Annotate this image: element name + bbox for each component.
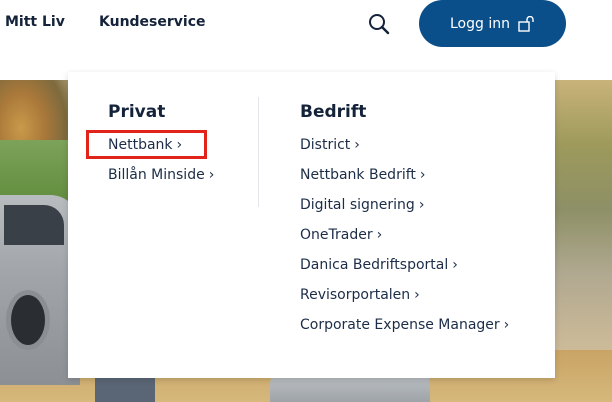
chevron-right-icon: › xyxy=(208,167,215,183)
chevron-right-icon: › xyxy=(176,137,183,153)
menu-link-label: District xyxy=(300,137,351,153)
login-button-label: Logg inn xyxy=(450,15,510,32)
login-dropdown-menu: Privat Nettbank › Billån Minside › Bedrift… xyxy=(68,72,555,378)
column-divider xyxy=(258,97,259,207)
menu-link-revisorportalen[interactable]: Revisorportalen › xyxy=(300,287,420,303)
menu-link-label: Danica Bedriftsportal xyxy=(300,257,449,273)
menu-link-danica-bedriftsportal[interactable]: Danica Bedriftsportal › xyxy=(300,257,458,273)
car-window xyxy=(4,205,64,245)
menu-link-label: Nettbank Bedrift xyxy=(300,167,416,183)
menu-link-label: Revisorportalen xyxy=(300,287,411,303)
chevron-right-icon: › xyxy=(503,317,510,333)
menu-link-label: OneTrader xyxy=(300,227,373,243)
lock-open-icon xyxy=(518,15,534,32)
search-icon[interactable] xyxy=(367,12,391,36)
menu-link-label: Nettbank xyxy=(108,137,173,153)
nav-mitt-liv[interactable]: Mitt Liv xyxy=(5,14,65,30)
chevron-right-icon: › xyxy=(354,137,360,153)
chevron-right-icon: › xyxy=(376,227,383,243)
menu-link-label: Corporate Expense Manager xyxy=(300,317,500,333)
nav-kundeservice[interactable]: Kundeservice xyxy=(99,14,206,30)
chevron-right-icon: › xyxy=(419,167,426,183)
menu-link-nettbank[interactable]: Nettbank › xyxy=(108,137,182,153)
person-legs xyxy=(95,375,155,402)
bedrift-heading: Bedrift xyxy=(300,102,367,122)
privat-heading: Privat xyxy=(108,102,166,122)
menu-link-billan-minside[interactable]: Billån Minside › xyxy=(108,167,214,183)
chevron-right-icon: › xyxy=(414,287,420,303)
menu-link-label: Billån Minside xyxy=(108,167,205,183)
chevron-right-icon: › xyxy=(418,197,425,213)
menu-link-onetrader[interactable]: OneTrader › xyxy=(300,227,382,243)
menu-link-district[interactable]: District › xyxy=(300,137,360,153)
menu-link-nettbank-bedrift[interactable]: Nettbank Bedrift › xyxy=(300,167,426,183)
car-wheel xyxy=(6,290,50,350)
menu-link-corporate-expense-manager[interactable]: Corporate Expense Manager › xyxy=(300,317,509,333)
chevron-right-icon: › xyxy=(452,257,458,273)
login-button[interactable]: Logg inn xyxy=(419,0,566,47)
menu-link-digital-signering[interactable]: Digital signering › xyxy=(300,197,424,213)
menu-link-label: Digital signering xyxy=(300,197,415,213)
